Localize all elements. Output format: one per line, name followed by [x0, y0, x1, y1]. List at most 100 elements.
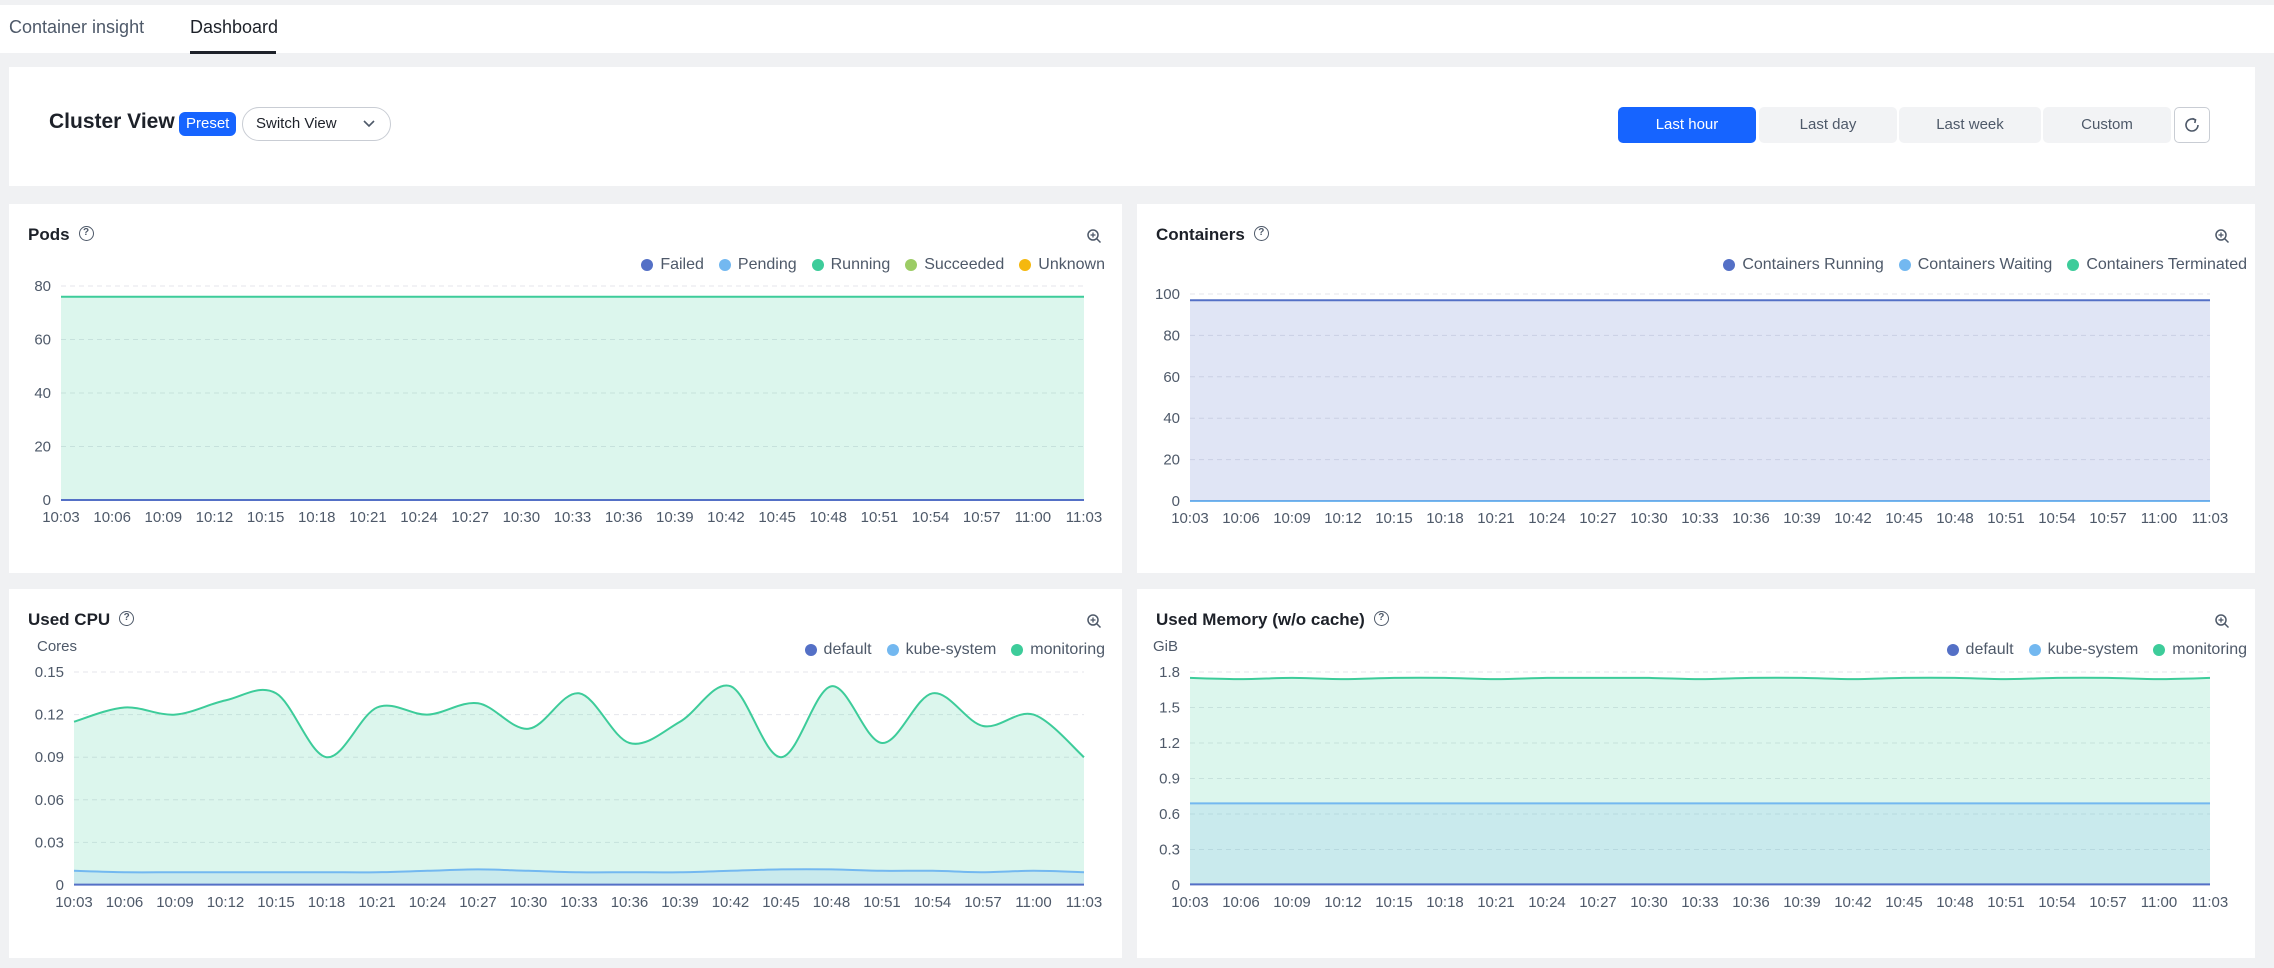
refresh-button[interactable]: [2174, 107, 2210, 143]
y-tick-label: 60: [1163, 369, 1180, 386]
y-tick-label: 1.8: [1159, 664, 1180, 681]
x-tick-label: 10:06: [1222, 510, 1260, 527]
refresh-icon: [2185, 117, 2199, 132]
y-tick-label: 0.15: [35, 664, 64, 681]
y-tick-label: 1.5: [1159, 700, 1180, 717]
x-tick-label: 10:24: [1528, 510, 1566, 527]
containers-panel: Containers? Containers Running Container…: [1137, 204, 2255, 573]
x-tick-label: 11:03: [1066, 894, 1102, 911]
y-tick-label: 0: [43, 492, 51, 509]
x-tick-label: 10:51: [1987, 894, 2025, 911]
memory-chart[interactable]: GiB 0 0.3 0.6 0.9 1.2 1.5 1.8 10:03 10:06 10:09 10:…: [1137, 589, 2255, 958]
y-tick-label: 40: [34, 385, 51, 402]
pods-chart[interactable]: 0 20 40 60 80 10:03 10:06 10:09 10:12 10:15 10:18 1…: [9, 204, 1122, 573]
y-tick-label: 80: [1163, 327, 1180, 344]
x-tick-label: 10:15: [257, 894, 295, 911]
x-tick-label: 10:33: [554, 509, 592, 526]
y-tick-label: 80: [34, 278, 51, 295]
y-tick-label: 0: [1172, 493, 1180, 510]
chevron-down-icon: [362, 108, 376, 152]
x-tick-label: 10:51: [1987, 510, 2025, 527]
switch-view-dropdown[interactable]: Switch View: [242, 107, 391, 141]
top-tab-bar: Container insight Dashboard: [0, 0, 2274, 54]
series-area-running: [61, 296, 1084, 500]
time-range-custom[interactable]: Custom: [2043, 107, 2171, 143]
x-tick-label: 10:39: [1783, 510, 1821, 527]
active-tab-indicator: [190, 51, 276, 54]
x-tick-label: 10:42: [1834, 894, 1872, 911]
y-tick-label: 0.12: [35, 707, 64, 724]
x-tick-label: 10:18: [1426, 894, 1464, 911]
series-area-kube-system: [1190, 803, 2210, 885]
x-tick-label: 10:33: [1681, 894, 1719, 911]
x-tick-label: 10:36: [1732, 510, 1770, 527]
x-tick-label: 10:03: [1171, 894, 1209, 911]
x-tick-label: 11:00: [2141, 894, 2177, 911]
preset-badge: Preset: [179, 112, 237, 136]
cluster-view-header: Cluster View Preset Switch View Last hou…: [9, 67, 2255, 186]
x-tick-label: 10:06: [93, 509, 131, 526]
time-range-last-week[interactable]: Last week: [1899, 107, 2041, 143]
x-tick-label: 10:30: [510, 894, 548, 911]
x-tick-label: 11:00: [2141, 510, 2177, 527]
tab-container-insight[interactable]: Container insight: [9, 17, 144, 38]
cpu-panel: Used CPU? default kube-system monitoring…: [9, 589, 1122, 958]
memory-panel: Used Memory (w/o cache)? default kube-sy…: [1137, 589, 2255, 958]
x-tick-label: 10:42: [1834, 510, 1872, 527]
x-tick-label: 10:48: [1936, 510, 1974, 527]
y-tick-label: 40: [1163, 410, 1180, 427]
x-tick-label: 10:51: [863, 894, 901, 911]
x-tick-label: 10:39: [1783, 894, 1821, 911]
x-tick-label: 11:03: [2192, 894, 2228, 911]
x-tick-label: 10:21: [1477, 894, 1515, 911]
x-tick-label: 10:15: [247, 509, 285, 526]
time-range-last-hour[interactable]: Last hour: [1618, 107, 1756, 143]
x-tick-label: 10:30: [503, 509, 541, 526]
y-tick-label: 0.06: [35, 792, 64, 809]
x-tick-label: 10:39: [656, 509, 694, 526]
x-tick-label: 10:48: [1936, 894, 1974, 911]
x-tick-label: 10:24: [1528, 894, 1566, 911]
x-tick-label: 10:54: [912, 509, 950, 526]
x-tick-label: 10:57: [2089, 894, 2127, 911]
switch-view-label: Switch View: [256, 115, 337, 132]
y-tick-label: 0: [1172, 877, 1180, 894]
x-tick-label: 10:33: [560, 894, 598, 911]
series-line-monitoring[interactable]: [1189, 676, 2211, 681]
x-tick-label: 10:15: [1375, 894, 1413, 911]
series-area-containers-running: [1190, 300, 2210, 501]
x-tick-label: 10:54: [2038, 894, 2076, 911]
x-tick-label: 10:51: [861, 509, 899, 526]
y-tick-label: 100: [1155, 286, 1180, 303]
y-tick-label: 20: [34, 439, 51, 456]
y-tick-label: 1.2: [1159, 735, 1180, 752]
time-range-last-day[interactable]: Last day: [1759, 107, 1897, 143]
pods-panel: Pods? Failed Pending Running Succeeded U…: [9, 204, 1122, 573]
x-tick-label: 10:36: [1732, 894, 1770, 911]
x-tick-label: 10:03: [42, 509, 80, 526]
x-tick-label: 10:12: [196, 509, 234, 526]
y-tick-label: 0.09: [35, 749, 64, 766]
x-tick-label: 11:00: [1015, 509, 1051, 526]
cpu-chart[interactable]: Cores 0 0.03 0.06 0.09 0.12 0.15 10:03 10:06 10:0…: [9, 589, 1122, 958]
x-tick-label: 10:27: [451, 509, 489, 526]
x-tick-label: 10:03: [1171, 510, 1209, 527]
tab-dashboard[interactable]: Dashboard: [190, 17, 278, 38]
x-tick-label: 10:45: [1885, 894, 1923, 911]
x-tick-label: 10:12: [1324, 894, 1362, 911]
x-tick-label: 10:21: [349, 509, 387, 526]
x-tick-label: 10:18: [1426, 510, 1464, 527]
x-tick-label: 10:09: [156, 894, 194, 911]
y-tick-label: 0: [56, 877, 64, 894]
x-tick-label: 10:30: [1630, 894, 1668, 911]
y-tick-label: 0.3: [1159, 842, 1180, 859]
x-tick-label: 10:39: [661, 894, 699, 911]
x-tick-label: 11:00: [1015, 894, 1051, 911]
x-tick-label: 10:06: [106, 894, 144, 911]
y-axis-unit: Cores: [37, 638, 77, 655]
x-tick-label: 10:54: [2038, 510, 2076, 527]
containers-chart[interactable]: 0 20 40 60 80 100 10:03 10:06 10:09 10:12 10:15 10:…: [1137, 204, 2255, 573]
x-tick-label: 11:03: [2192, 510, 2228, 527]
x-tick-label: 10:09: [1273, 894, 1311, 911]
y-tick-label: 60: [34, 332, 51, 349]
